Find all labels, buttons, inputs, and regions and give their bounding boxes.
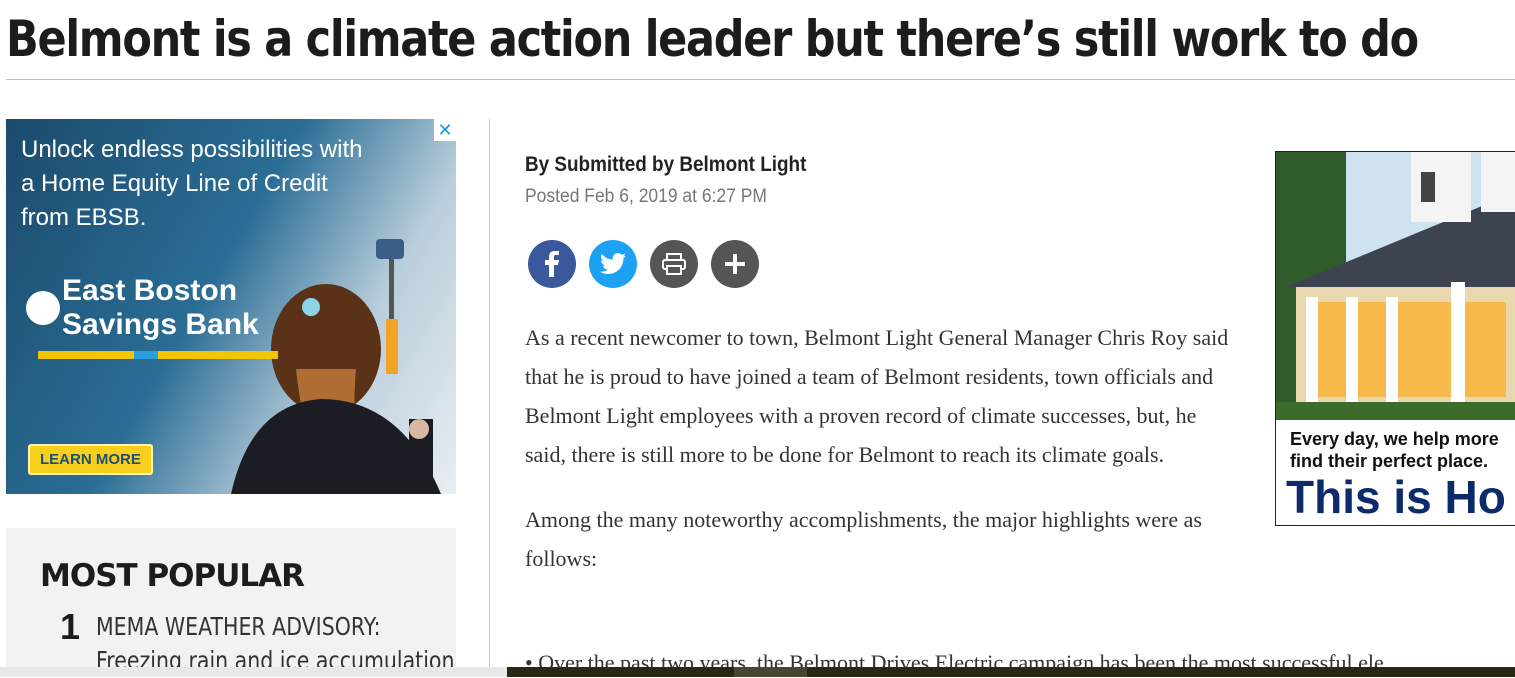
logo-stripes (38, 351, 278, 359)
plus-icon (725, 254, 745, 274)
twitter-share-button[interactable] (589, 240, 637, 288)
ad-close-icon[interactable]: ✕ (434, 119, 456, 141)
facebook-share-button[interactable] (528, 240, 576, 288)
house-photo (1276, 152, 1515, 420)
article-paragraph-2: Among the many noteworthy accomplishment… (525, 507, 1202, 571)
popular-rank: 1 (60, 606, 81, 647)
woman-painting-illustration (231, 239, 441, 494)
bottom-bar-left (0, 667, 507, 677)
ad-tagline-line-2: find their perfect place. (1290, 451, 1489, 471)
most-popular-panel: MOST POPULAR 1 MEMA WEATHER ADVISORY: Fr… (6, 528, 456, 677)
article-body: As a recent newcomer to town, Belmont Li… (525, 318, 1240, 604)
column-divider (489, 119, 490, 677)
real-estate-advertisement[interactable]: Every day, we help more find their perfe… (1275, 151, 1515, 526)
byline: By Submitted by Belmont Light (525, 153, 807, 176)
logo-line-2: Savings Bank (62, 308, 259, 341)
print-icon (662, 253, 686, 275)
posted-date: Posted Feb 6, 2019 at 6:27 PM (525, 186, 767, 207)
ad-brand-text: This is Ho (1286, 471, 1506, 523)
more-share-button[interactable] (711, 240, 759, 288)
compass-icon (26, 291, 60, 325)
facebook-icon (545, 251, 559, 277)
logo-line-1: East Boston (62, 274, 238, 307)
article-headline: Belmont is a climate action leader but t… (6, 10, 1419, 68)
most-popular-title: MOST POPULAR (40, 558, 305, 594)
horizontal-scrollbar[interactable] (507, 667, 1515, 677)
scrollbar-thumb[interactable] (734, 667, 807, 677)
ad-tagline-line-1: Every day, we help more (1290, 429, 1499, 449)
learn-more-button[interactable]: LEARN MORE (28, 444, 153, 475)
popular-item-line-1: MEMA WEATHER ADVISORY: (96, 612, 381, 641)
east-boston-savings-bank-logo: East Boston Savings Bank (26, 274, 259, 342)
headline-divider (6, 79, 1515, 80)
ad-copy: Unlock endless possibilities with a Home… (21, 136, 363, 231)
twitter-icon (600, 253, 626, 275)
article-paragraph-1: As a recent newcomer to town, Belmont Li… (525, 325, 1229, 467)
ebsb-advertisement[interactable]: Unlock endless possibilities with a Home… (6, 119, 456, 494)
print-button[interactable] (650, 240, 698, 288)
ad-tagline: Every day, we help more find their perfe… (1290, 428, 1499, 472)
